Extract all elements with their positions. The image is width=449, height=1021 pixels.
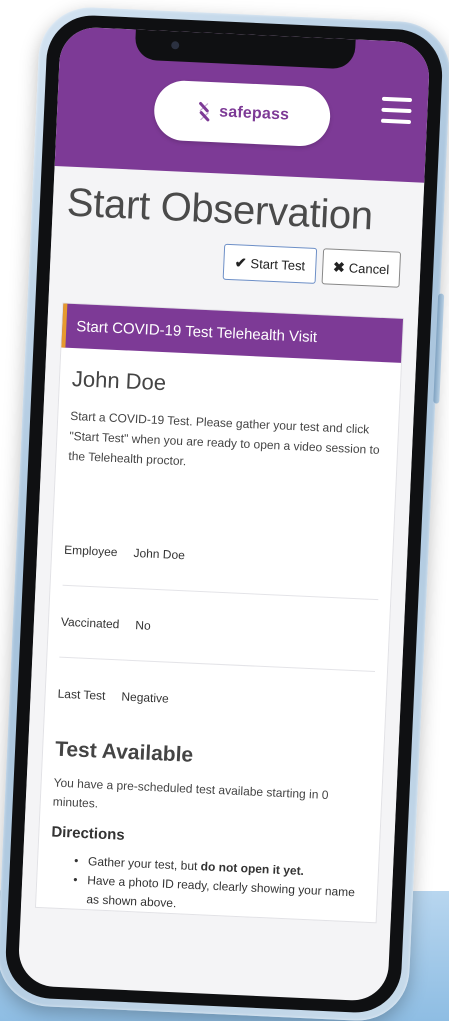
- test-available-text: You have a pre-scheduled test availabe s…: [52, 775, 329, 811]
- phone-mockup: safepass Start Observation ✔ Start Test: [0, 5, 449, 1021]
- brand-name: safepass: [218, 103, 290, 124]
- directions-title: Directions: [51, 823, 126, 844]
- cancel-label: Cancel: [348, 259, 390, 277]
- promo-stage: safepass Start Observation ✔ Start Test: [0, 0, 449, 1021]
- camera-icon: [171, 41, 180, 50]
- directions-list: Gather your test, but do not open it yet…: [48, 850, 366, 921]
- start-test-button[interactable]: ✔ Start Test: [223, 243, 317, 284]
- hamburger-menu-icon[interactable]: [380, 96, 413, 125]
- direction-emphasis: do not open it yet.: [200, 859, 305, 878]
- page-title: Start Observation: [65, 180, 374, 239]
- field-value: John Doe: [133, 545, 186, 562]
- brand-logo[interactable]: safepass: [152, 79, 332, 148]
- field-row-last-test: Last Test Negative: [56, 658, 375, 744]
- phone-screen: safepass Start Observation ✔ Start Test: [17, 26, 431, 1002]
- start-test-label: Start Test: [250, 255, 306, 273]
- field-label: Employee: [63, 542, 118, 559]
- telehealth-visit-panel: Start COVID-19 Test Telehealth Visit Joh…: [34, 302, 405, 924]
- field-label: Last Test: [57, 686, 106, 703]
- safepass-logo-icon: [199, 102, 210, 122]
- cancel-button[interactable]: ✖ Cancel: [321, 248, 402, 288]
- field-value: Negative: [121, 689, 170, 706]
- panel-body: John Doe Start a COVID-19 Test. Please g…: [36, 347, 401, 922]
- close-icon: ✖: [332, 258, 346, 275]
- action-buttons: ✔ Start Test ✖ Cancel: [64, 237, 407, 288]
- main-content: Start Observation ✔ Start Test ✖ Cancel …: [20, 165, 425, 924]
- field-value: No: [135, 617, 152, 633]
- direction-text: Gather your test, but: [87, 854, 202, 874]
- person-name: John Doe: [71, 365, 167, 396]
- intro-text: Start a COVID-19 Test. Please gather you…: [68, 408, 380, 469]
- menu-bar: [381, 107, 412, 114]
- test-available-title: Test Available: [54, 737, 194, 767]
- field-label: Vaccinated: [60, 614, 120, 631]
- menu-bar: [380, 118, 412, 125]
- checkmark-icon: ✔: [234, 253, 247, 271]
- menu-bar: [381, 96, 413, 103]
